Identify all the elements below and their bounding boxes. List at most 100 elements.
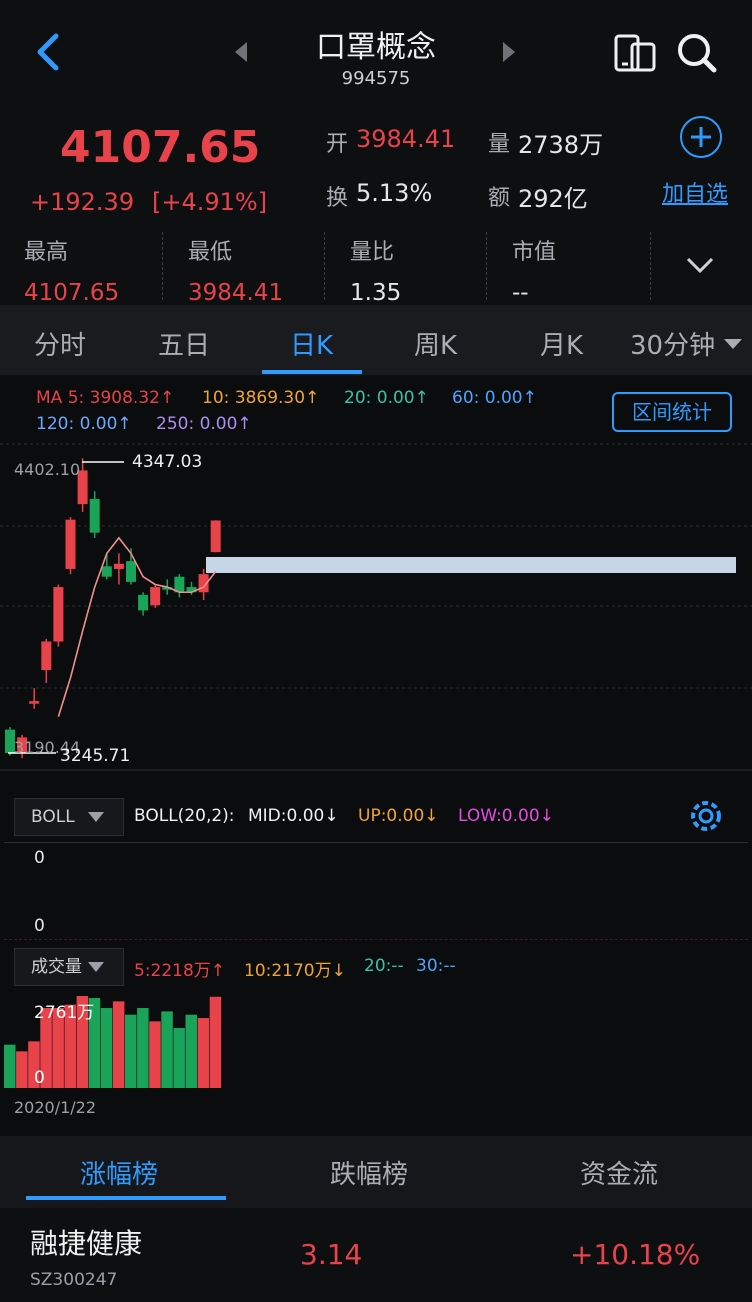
open-label: 开 [326,132,349,157]
list-item[interactable]: 融捷健康 SZ300247 3.14 +10.18% [0,1208,752,1302]
candle-body [113,563,124,569]
stat-high-label: 最高 [24,240,69,265]
open-value: 3984.41 [356,125,456,153]
candle-body [210,520,221,553]
stat-low-label: 最低 [188,240,233,265]
boll-params: BOLL(20,2): [134,806,235,826]
ma-line [57,536,217,717]
search-icon[interactable] [674,30,720,76]
candle-body [126,561,136,582]
ma250-label: 250: 0.00↑ [156,414,252,434]
stock-code-label: SZ300247 [30,1270,118,1290]
active-tab-indicator [262,370,362,374]
amount-value: 292亿 [518,185,588,213]
volume-bar [149,1021,161,1088]
stat-volratio-value: 1.35 [350,280,402,306]
tab-five-day[interactable]: 五日 [158,325,210,362]
volume-bar [100,1008,113,1088]
tab-weekly-k[interactable]: 周K [414,325,457,362]
price-change: +192.39 [30,188,135,216]
stat-low: 最低 3984.41 [188,234,283,306]
candle-body [29,701,40,704]
low-marker: 3245.71 [60,746,131,766]
volume-selector-label: 成交量 [31,957,82,977]
tab-losers[interactable]: 跌幅榜 [330,1154,408,1191]
period-tabs: 分时 五日 日K 周K 月K 30分钟 [0,305,752,375]
tab-daily-k[interactable]: 日K [290,325,333,362]
candle-body [65,519,76,569]
stat-high: 最高 4107.65 [24,234,119,306]
boll-top-value: 0 [34,848,45,868]
volume-zero-label: 0 [34,1068,45,1088]
boll-mid: MID:0.00↓ [248,806,339,826]
turnover-value: 5.13% [356,179,433,207]
kline-chart[interactable] [0,440,752,780]
amount-label: 额 [488,186,511,211]
volume-bar [125,1014,137,1088]
divider [650,232,651,300]
stat-mktcap-value: -- [512,280,529,306]
triangle-down-icon[interactable] [722,337,744,351]
triangle-down-icon [88,812,104,822]
candle-body [138,594,149,611]
device-switch-icon[interactable] [612,30,658,74]
header-bar: 口罩概念 994575 [0,0,752,110]
range-stats-button[interactable]: 区间统计 [612,392,732,432]
gear-icon[interactable] [684,794,728,838]
indicator-selector-label: BOLL [31,807,75,827]
y-axis-high: 4402.10 [14,460,81,479]
vol-ma5: 5:2218万↑ [134,961,226,981]
volume-value: 2738万 [518,131,604,159]
candle-body [101,566,112,577]
tab-fund-flow[interactable]: 资金流 [580,1154,658,1191]
boll-up: UP:0.00↓ [358,806,439,826]
volume-selector[interactable]: 成交量 [14,948,124,986]
ma10-label: 10: 3869.30↑ [202,388,320,408]
triangle-right-icon[interactable] [500,40,518,64]
stock-price: 3.14 [300,1238,363,1271]
candle-body [41,641,52,671]
ma120-label: 120: 0.00↑ [36,414,132,434]
candle-body [89,498,100,533]
volume-label: 量 [488,132,511,157]
tab-monthly-k[interactable]: 月K [540,325,583,362]
stat-mktcap-label: 市值 [512,240,557,265]
volume-bar [16,1051,28,1088]
add-watch-button[interactable] [680,116,722,158]
volume-bar [4,1044,16,1088]
tab-gainers[interactable]: 涨幅榜 [80,1154,158,1191]
vol-ma10: 10:2170万↓ [244,961,346,981]
vol-ma20: 20:-- [364,956,404,976]
volume-bar [185,1014,197,1088]
stat-low-value: 3984.41 [188,280,284,306]
volume-bar [173,1028,185,1088]
tab-30min[interactable]: 30分钟 [630,325,715,362]
stat-volratio-label: 量比 [350,240,395,265]
turnover-label: 换 [326,186,349,211]
volume-bar [209,996,222,1088]
last-price: 4107.65 [60,122,261,173]
x-axis-date: 2020/1/22 [14,1098,97,1117]
stat-mktcap: 市值 -- [512,234,556,306]
divider [486,232,487,300]
divider [162,232,163,300]
high-marker: 4347.03 [132,452,203,472]
indicator-selector[interactable]: BOLL [14,798,124,836]
candle-body [150,587,161,606]
stat-volratio: 量比 1.35 [350,234,401,306]
ma5-label: MA 5: 3908.32↑ [36,388,175,408]
divider [324,232,325,300]
vol-ma30: 30:-- [416,956,456,976]
volume-chart[interactable] [0,990,752,1090]
stock-name: 融捷健康 [30,1227,143,1260]
stat-high-value: 4107.65 [24,280,120,306]
volume-bar [137,1008,149,1088]
price-change-pct: [+4.91%] [152,188,268,216]
plus-icon [691,127,711,147]
boll-low: LOW:0.00↓ [458,806,554,826]
tab-intraday[interactable]: 分时 [34,325,86,362]
chevron-down-icon[interactable] [684,254,716,276]
candle-body [53,587,64,642]
triangle-down-icon [88,962,104,972]
add-watch-link[interactable]: 加自选 [662,176,728,208]
